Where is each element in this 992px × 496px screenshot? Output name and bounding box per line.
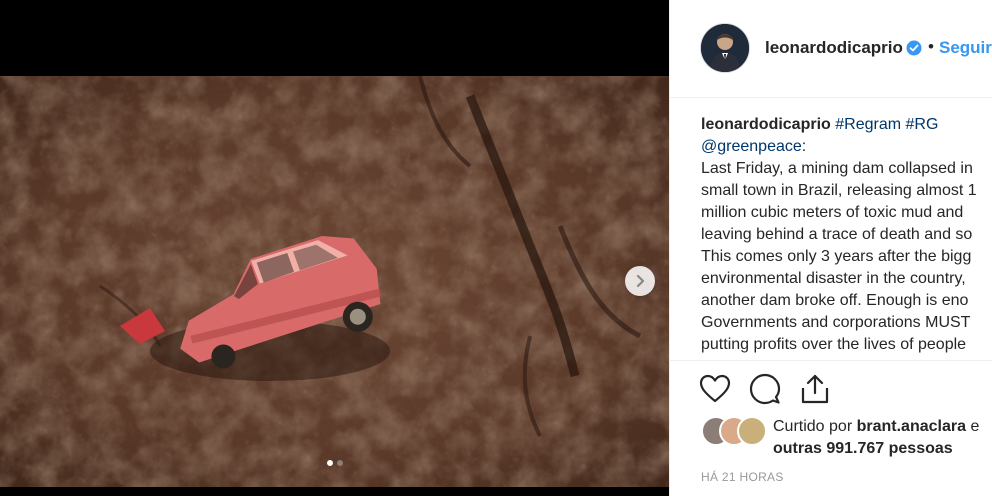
post-timestamp[interactable]: HÁ 21 HORAS bbox=[701, 470, 784, 484]
section-divider bbox=[670, 360, 992, 361]
comment-button[interactable] bbox=[748, 372, 782, 406]
share-button[interactable] bbox=[798, 372, 832, 406]
liker-avatar[interactable] bbox=[737, 416, 767, 446]
likes-suffix: e bbox=[970, 418, 980, 435]
avatar[interactable] bbox=[700, 23, 750, 73]
liker-username[interactable]: brant.anaclara bbox=[857, 418, 966, 435]
carousel-dot-active bbox=[326, 460, 333, 466]
caption-username[interactable]: leonardodicaprio bbox=[701, 116, 831, 133]
caption-mention-line: @greenpeace: bbox=[701, 136, 992, 158]
liker-avatars bbox=[701, 416, 769, 446]
likes-prefix: Curtido por bbox=[773, 418, 853, 435]
chevron-right-icon bbox=[636, 274, 645, 288]
caption-line: putting profits over the lives of people bbox=[701, 336, 967, 353]
likes-text: Curtido por brant.anaclara e outras 991.… bbox=[773, 416, 979, 460]
comment-icon bbox=[749, 373, 781, 405]
like-button[interactable] bbox=[698, 372, 732, 406]
carousel-indicator bbox=[0, 460, 669, 466]
mud-flood-car-photo bbox=[0, 76, 669, 487]
post-sidebar: leonardodicaprio • Seguir leonardodicapr… bbox=[669, 0, 992, 496]
post-caption: leonardodicaprio #Regram #RG @greenpeace… bbox=[701, 114, 992, 356]
carousel-next-button[interactable] bbox=[625, 266, 655, 296]
caption-colon: : bbox=[801, 138, 807, 155]
post-actions bbox=[698, 372, 832, 408]
caption-line: another dam broke off. Enough is eno bbox=[701, 292, 969, 309]
caption-line: environmental disaster in the country, bbox=[701, 270, 966, 287]
caption-line: Last Friday, a mining dam collapsed in bbox=[701, 160, 973, 177]
caption-line: leaving behind a trace of death and so bbox=[701, 226, 973, 243]
caption-mention[interactable]: @greenpeace bbox=[701, 138, 802, 155]
follow-button[interactable]: Seguir bbox=[939, 38, 992, 58]
caption-line: small town in Brazil, releasing almost 1 bbox=[701, 182, 977, 199]
post-photo[interactable] bbox=[0, 76, 669, 487]
caption-line: Governments and corporations MUST bbox=[701, 314, 971, 331]
likes-count-link[interactable]: outras 991.767 pessoas bbox=[773, 440, 953, 457]
verified-badge-icon bbox=[906, 40, 922, 56]
post-media bbox=[0, 0, 669, 496]
post-header: leonardodicaprio • Seguir bbox=[670, 0, 992, 98]
avatar-image bbox=[701, 24, 749, 72]
post-author-username[interactable]: leonardodicaprio bbox=[765, 38, 903, 58]
heart-icon bbox=[699, 374, 731, 403]
caption-line: million cubic meters of toxic mud and bbox=[701, 204, 964, 221]
header-separator: • bbox=[928, 37, 934, 56]
caption-hashtags[interactable]: #Regram #RG bbox=[835, 116, 938, 133]
caption-line: This comes only 3 years after the bigg bbox=[701, 248, 972, 265]
carousel-dot bbox=[336, 460, 343, 466]
caption-first-line: leonardodicaprio #Regram #RG bbox=[701, 114, 992, 136]
share-icon bbox=[801, 374, 829, 404]
